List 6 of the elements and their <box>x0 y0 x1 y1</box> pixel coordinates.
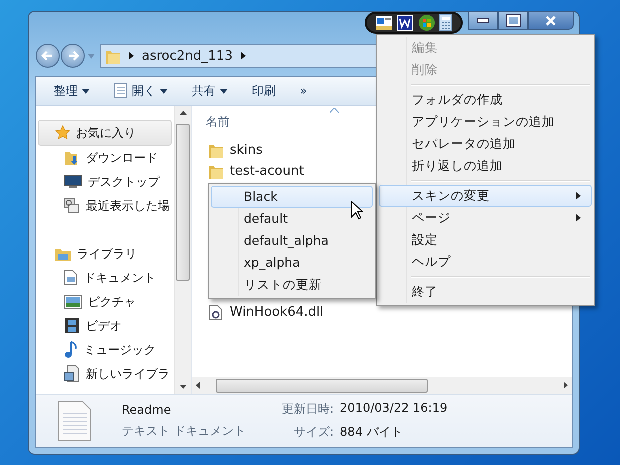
property-label: 更新日時: <box>282 401 334 418</box>
file-type: テキスト ドキュメント <box>122 422 247 440</box>
file-name: Readme <box>122 402 172 416</box>
property-value: 2010/03/22 16:19 <box>340 401 448 417</box>
property-value: 884 バイト <box>340 424 403 441</box>
property-label: サイズ: <box>294 424 334 441</box>
